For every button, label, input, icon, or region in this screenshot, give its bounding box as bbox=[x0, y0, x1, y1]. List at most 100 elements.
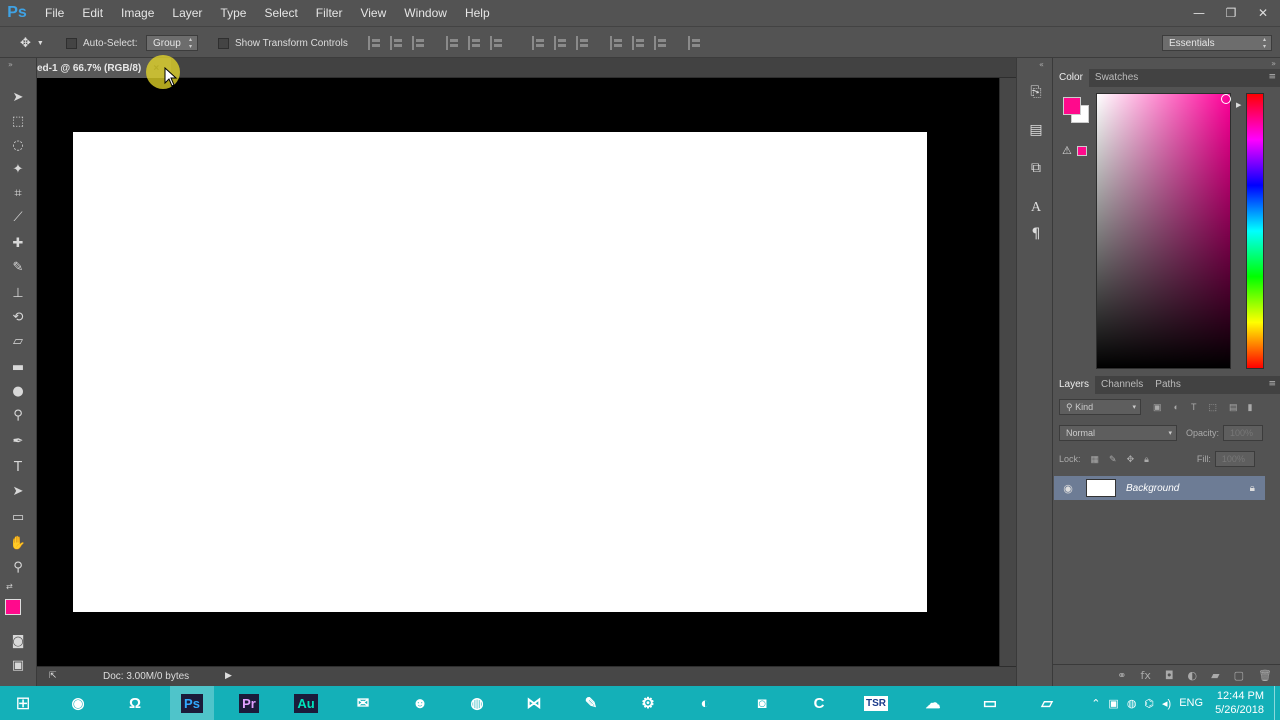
align-top-icon[interactable] bbox=[368, 36, 382, 50]
distribute-top-icon[interactable] bbox=[532, 36, 546, 50]
taskbar-visual-studio-icon[interactable]: ⋈ bbox=[512, 686, 556, 720]
layer-name[interactable]: Background bbox=[1126, 483, 1179, 494]
opacity-input[interactable]: 100% bbox=[1223, 425, 1264, 441]
taskbar-paint-icon[interactable]: ✎ bbox=[569, 686, 613, 720]
color-picker-marker[interactable] bbox=[1221, 94, 1231, 104]
fill-input[interactable]: 100% bbox=[1214, 451, 1255, 467]
taskbar-chrome-icon[interactable]: ◉ bbox=[56, 686, 100, 720]
tray-app-icon[interactable]: ▣ bbox=[1108, 697, 1118, 710]
move-tool-preset-icon[interactable]: ✥ ▼ bbox=[20, 27, 44, 59]
align-hcenter-icon[interactable] bbox=[468, 36, 482, 50]
menu-file[interactable]: File bbox=[36, 0, 73, 26]
menu-filter[interactable]: Filter bbox=[307, 0, 352, 26]
menu-edit[interactable]: Edit bbox=[73, 0, 112, 26]
align-vcenter-icon[interactable] bbox=[390, 36, 404, 50]
brush-panel-icon[interactable]: ⧉ bbox=[1026, 158, 1046, 178]
gradient-tool-icon[interactable]: ▬ bbox=[6, 356, 30, 378]
properties-panel-icon[interactable]: ▤ bbox=[1026, 120, 1046, 140]
distribute-hcenter-icon[interactable] bbox=[632, 36, 646, 50]
menu-view[interactable]: View bbox=[351, 0, 395, 26]
eyedropper-tool-icon[interactable]: ⟋ bbox=[6, 206, 30, 228]
clone-stamp-tool-icon[interactable]: ⊥ bbox=[6, 282, 30, 304]
align-left-icon[interactable] bbox=[446, 36, 460, 50]
taskbar-firefox-icon[interactable]: ◐ bbox=[683, 686, 727, 720]
menu-select[interactable]: Select bbox=[255, 0, 306, 26]
taskbar-recorder-icon[interactable]: ◙ bbox=[740, 686, 784, 720]
clock[interactable]: 12:44 PM 5/26/2018 bbox=[1215, 689, 1264, 717]
path-selection-tool-icon[interactable]: ➤ bbox=[6, 480, 30, 502]
lock-transparent-icon[interactable]: ▦ bbox=[1091, 454, 1100, 465]
auto-select-dropdown[interactable]: Group bbox=[146, 35, 198, 51]
taskbar-uc-browser-icon[interactable]: ☁ bbox=[911, 686, 955, 720]
taskbar-ccleaner-icon[interactable]: C bbox=[797, 686, 841, 720]
filter-pixel-icon[interactable]: ▣ bbox=[1153, 402, 1162, 413]
status-menu-arrow-icon[interactable]: ▶ bbox=[225, 670, 232, 681]
brush-tool-icon[interactable]: ✎ bbox=[6, 256, 30, 278]
taskbar-settings-icon[interactable]: ⚙ bbox=[626, 686, 670, 720]
color-panel-menu-icon[interactable]: ≡ bbox=[1268, 72, 1276, 82]
tray-arrow-icon[interactable]: ⌃ bbox=[1091, 697, 1100, 710]
menu-image[interactable]: Image bbox=[112, 0, 163, 26]
taskbar-tsr-watermark-icon[interactable]: TSR bbox=[854, 686, 898, 720]
collapse-tools-icon[interactable]: » bbox=[8, 60, 13, 69]
marquee-tool-icon[interactable]: ⬚ bbox=[6, 110, 30, 132]
add-mask-icon[interactable]: ◘ bbox=[1165, 669, 1174, 682]
magic-wand-tool-icon[interactable]: ✦ bbox=[6, 158, 30, 180]
filter-shape-icon[interactable]: ⬚ bbox=[1208, 402, 1217, 413]
filter-kind-dropdown[interactable]: ⚲ Kind ▾ bbox=[1059, 399, 1141, 415]
menu-type[interactable]: Type bbox=[211, 0, 255, 26]
character-panel-icon[interactable]: A bbox=[1026, 198, 1046, 218]
filter-type-icon[interactable]: T bbox=[1191, 402, 1197, 412]
menu-layer[interactable]: Layer bbox=[163, 0, 211, 26]
filter-adjustment-icon[interactable]: ◐ bbox=[1174, 402, 1179, 412]
menu-window[interactable]: Window bbox=[395, 0, 456, 26]
taskbar-premiere-icon[interactable]: Pr bbox=[227, 686, 271, 720]
vertical-scrollbar[interactable] bbox=[999, 78, 1016, 666]
color-spectrum-picker[interactable] bbox=[1096, 93, 1231, 369]
type-tool-icon[interactable]: T bbox=[6, 456, 30, 478]
filter-smart-object-icon[interactable]: ▤ bbox=[1229, 402, 1238, 413]
layers-panel-menu-icon[interactable]: ≡ bbox=[1268, 379, 1276, 389]
layer-row[interactable]: ◉ Background 🔒︎ bbox=[1054, 476, 1265, 500]
hand-tool-icon[interactable]: ✋ bbox=[6, 532, 30, 554]
workspace-dropdown[interactable]: Essentials bbox=[1162, 35, 1272, 51]
close-button[interactable]: ✕ bbox=[1254, 4, 1272, 22]
taskbar-photoshop-icon[interactable]: Ps bbox=[170, 686, 214, 720]
hue-slider-arrow-icon[interactable]: ▶ bbox=[1236, 101, 1241, 109]
show-desktop-button[interactable] bbox=[1274, 686, 1280, 720]
tray-app2-icon[interactable]: ◍ bbox=[1127, 697, 1137, 710]
taskbar-globe-icon[interactable]: ◍ bbox=[455, 686, 499, 720]
history-brush-tool-icon[interactable]: ⟲ bbox=[6, 306, 30, 328]
restore-button[interactable]: ❐ bbox=[1222, 4, 1240, 22]
taskbar-explorer-icon[interactable]: ▭ bbox=[968, 686, 1012, 720]
auto-align-icon[interactable] bbox=[688, 36, 702, 50]
align-right-icon[interactable] bbox=[490, 36, 504, 50]
tab-paths[interactable]: Paths bbox=[1149, 376, 1187, 394]
taskbar-mail-icon[interactable]: ✉ bbox=[341, 686, 385, 720]
link-layers-icon[interactable]: ⚭ bbox=[1117, 669, 1126, 682]
new-layer-icon[interactable]: ▢ bbox=[1234, 669, 1244, 682]
crop-tool-icon[interactable]: ⌗ bbox=[6, 182, 30, 204]
menu-help[interactable]: Help bbox=[456, 0, 499, 26]
blend-mode-dropdown[interactable]: Normal ▾ bbox=[1059, 425, 1177, 441]
tab-channels[interactable]: Channels bbox=[1095, 376, 1149, 394]
taskbar-magnet-icon[interactable]: Ω bbox=[113, 686, 157, 720]
collapse-dock-icon[interactable]: « bbox=[1039, 60, 1044, 69]
layer-style-icon[interactable]: fx bbox=[1140, 669, 1150, 682]
blur-tool-icon[interactable]: ● bbox=[6, 380, 30, 402]
zoom-tool-icon[interactable]: ⚲ bbox=[6, 556, 30, 578]
taskbar-audition-icon[interactable]: Au bbox=[284, 686, 328, 720]
tab-layers[interactable]: Layers bbox=[1053, 376, 1096, 394]
history-panel-icon[interactable]: ⎘ bbox=[1026, 82, 1046, 102]
pen-tool-icon[interactable]: ✒ bbox=[6, 430, 30, 452]
minimize-button[interactable]: — bbox=[1190, 4, 1208, 22]
distribute-bottom-icon[interactable] bbox=[576, 36, 590, 50]
collapse-panels-icon[interactable]: » bbox=[1271, 59, 1276, 68]
tab-color[interactable]: Color bbox=[1053, 69, 1089, 87]
move-tool-icon[interactable]: ➤ bbox=[6, 86, 30, 108]
taskbar-notepad-icon[interactable]: ▱ bbox=[1025, 686, 1069, 720]
network-icon[interactable]: ⌬ bbox=[1144, 697, 1154, 710]
healing-brush-tool-icon[interactable]: ✚ bbox=[6, 232, 30, 254]
lasso-tool-icon[interactable]: ◌ bbox=[6, 134, 30, 156]
auto-select-checkbox[interactable]: Auto-Select: bbox=[66, 27, 137, 59]
